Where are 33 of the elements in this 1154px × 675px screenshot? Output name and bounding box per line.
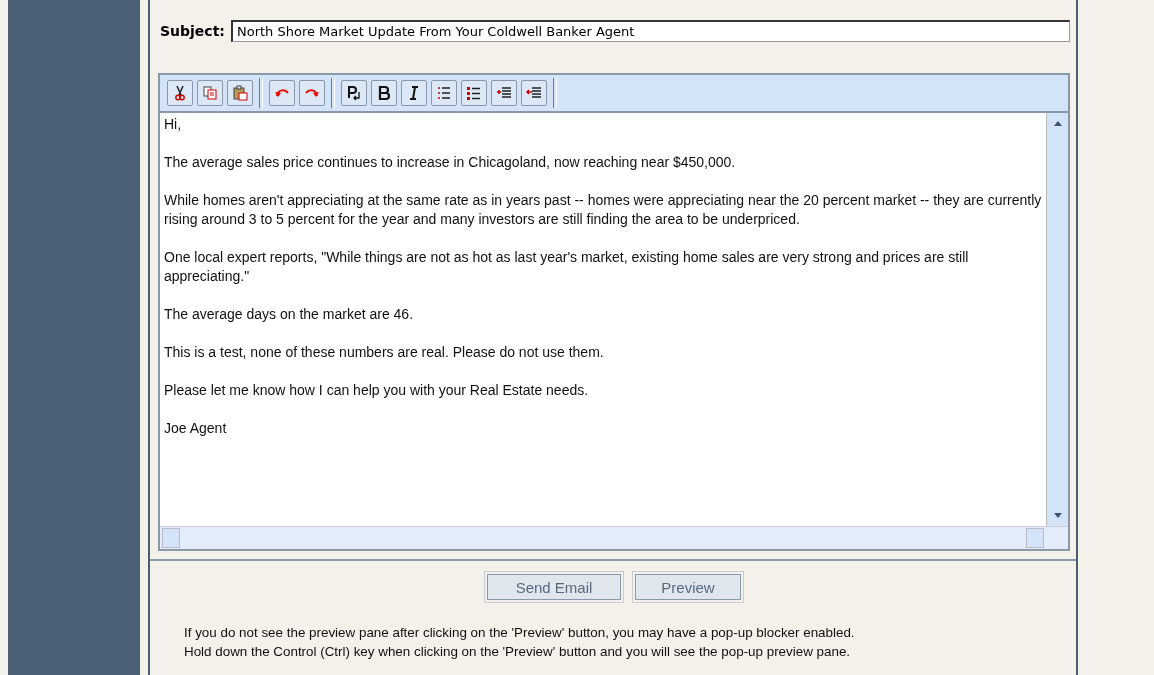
paragraph: The average days on the market are 46. — [164, 305, 415, 324]
redo-button[interactable] — [299, 80, 325, 106]
subject-label: Subject: — [160, 23, 225, 39]
numbered-list-button[interactable] — [431, 80, 457, 106]
paragraph: The average sales price continues to increase in Chicagoland, now reaching near $450,000. — [164, 153, 737, 172]
message-body[interactable] — [160, 113, 1046, 526]
horizontal-scrollbar[interactable] — [160, 526, 1068, 549]
bullet-list-button[interactable] — [461, 80, 487, 106]
numbered-list-icon — [435, 84, 453, 102]
copy-icon — [201, 84, 219, 102]
bullet-list-icon — [465, 84, 483, 102]
paste-icon — [231, 84, 249, 102]
paste-button[interactable] — [227, 80, 253, 106]
outdent-button[interactable] — [521, 80, 547, 106]
subject-field[interactable]: North Shore Market Update From Your Coldwell Banker Agent — [230, 20, 1070, 42]
paragraph: While homes aren't appreciating at the same rate as in years past -- homes were appreciating near the 20 percent market -- they are currently rising around 3 to 5 percent for the year and many investors are still finding the area to be underpriced. — [164, 191, 1042, 229]
preview-button[interactable]: Preview — [632, 571, 744, 603]
paragraph-button[interactable] — [341, 80, 367, 106]
notice-text: Hold down the Control (Ctrl) key when clicking on the 'Preview' button and you will see the pop-up preview pane. — [184, 643, 852, 661]
indent-button[interactable] — [491, 80, 517, 106]
paragraph: Hi, — [164, 115, 183, 134]
undo-button[interactable] — [269, 80, 295, 106]
notice-text: If you do not see the preview pane after clicking on the 'Preview' button, you may have a pop-up blocker enabled. — [184, 624, 856, 642]
paragraph: Please let me know how I can help you with your Real Estate needs. — [164, 381, 590, 400]
send-email-button[interactable]: Send Email — [484, 571, 624, 603]
paragraph-icon — [345, 84, 363, 102]
cut-button[interactable] — [167, 80, 193, 106]
italic-button[interactable] — [401, 80, 427, 106]
paragraph: This is a test, none of these numbers are real. Please do not use them. — [164, 343, 605, 362]
vertical-scrollbar[interactable] — [1046, 113, 1068, 526]
bold-button[interactable] — [371, 80, 397, 106]
paragraph: One local expert reports, "While things are not as hot as last year's market, existing home sales are very strong and prices are still appreciating." — [164, 248, 970, 286]
paragraph: Joe Agent — [164, 419, 228, 438]
